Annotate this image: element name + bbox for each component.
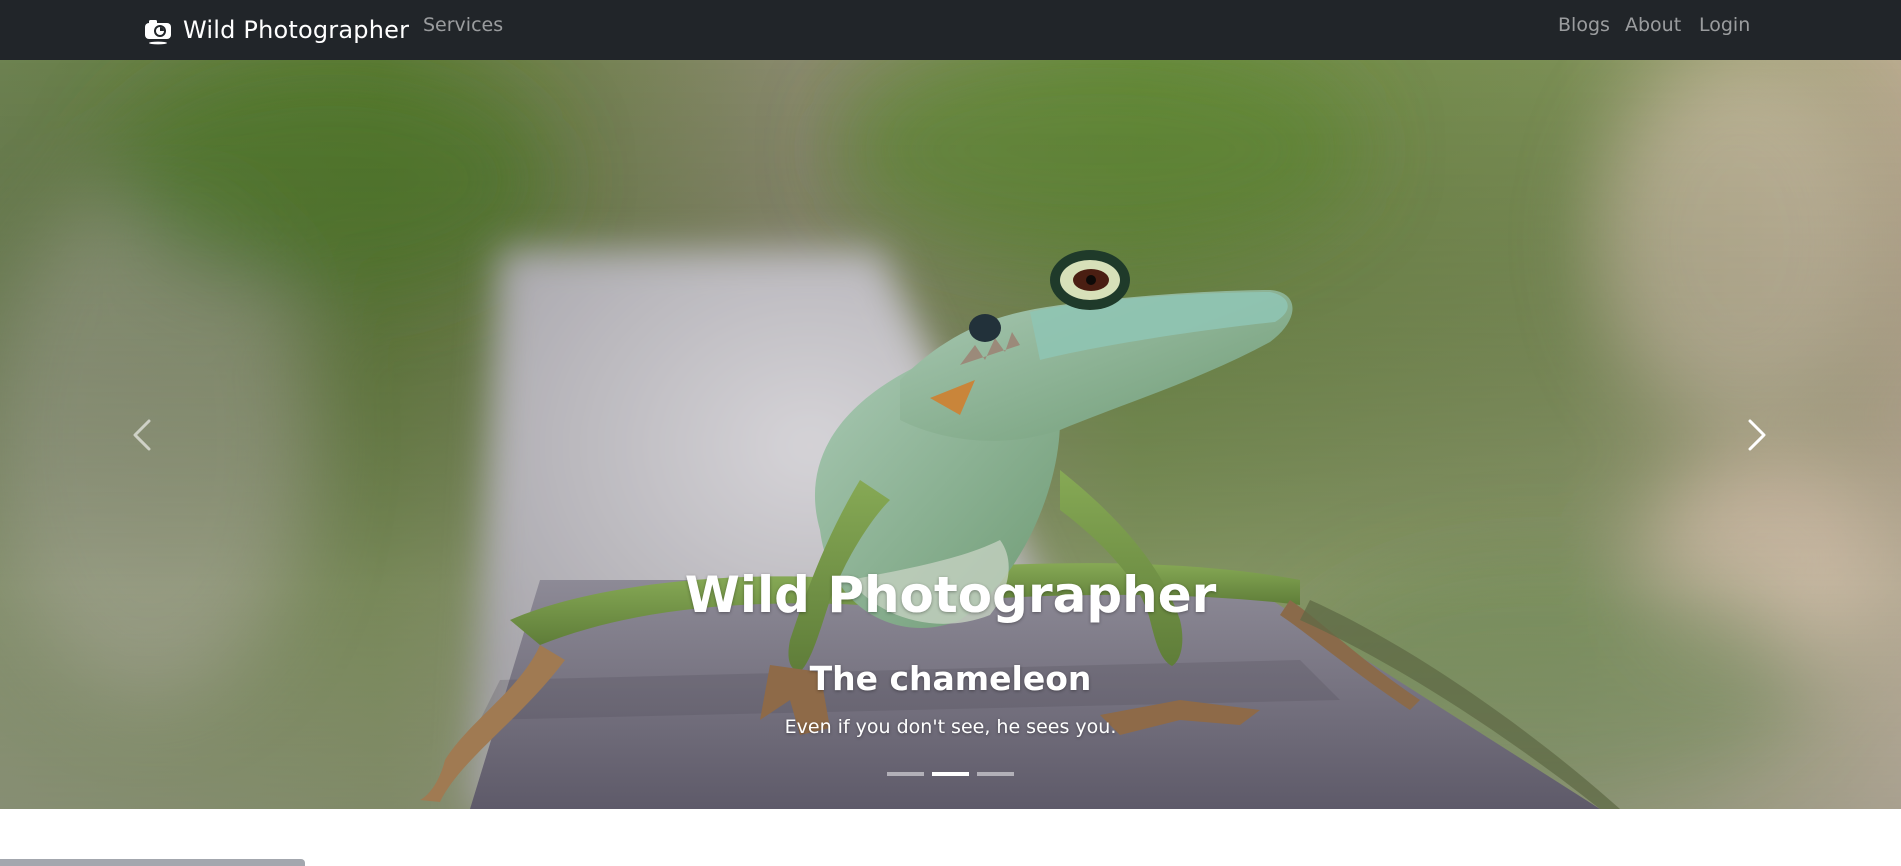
nav-link-about[interactable]: About	[1625, 0, 1681, 50]
top-navbar: Wild Photographer Services Blogs About L…	[0, 0, 1901, 60]
carousel-caption-title: Wild Photographer	[684, 566, 1217, 624]
brand-link[interactable]: Wild Photographer	[143, 0, 409, 60]
camera-icon	[145, 20, 171, 45]
section-divider	[0, 859, 305, 866]
nav-link-blogs[interactable]: Blogs	[1558, 0, 1610, 50]
carousel-caption-text: Even if you don't see, he sees you.	[784, 716, 1117, 738]
carousel-indicator-2[interactable]	[932, 772, 969, 776]
carousel-indicators	[0, 772, 1901, 776]
brand-label: Wild Photographer	[183, 16, 410, 44]
chevron-left-icon	[133, 419, 151, 450]
carousel-indicator-1[interactable]	[887, 772, 924, 776]
carousel-caption-subtitle: The chameleon	[809, 659, 1092, 698]
hero-carousel: Wild Photographer The chameleon Even if …	[0, 60, 1901, 809]
carousel-indicator-3[interactable]	[977, 772, 1014, 776]
nav-link-login[interactable]: Login	[1699, 0, 1750, 50]
chevron-right-icon	[1748, 419, 1766, 450]
nav-link-services[interactable]: Services	[423, 0, 503, 50]
